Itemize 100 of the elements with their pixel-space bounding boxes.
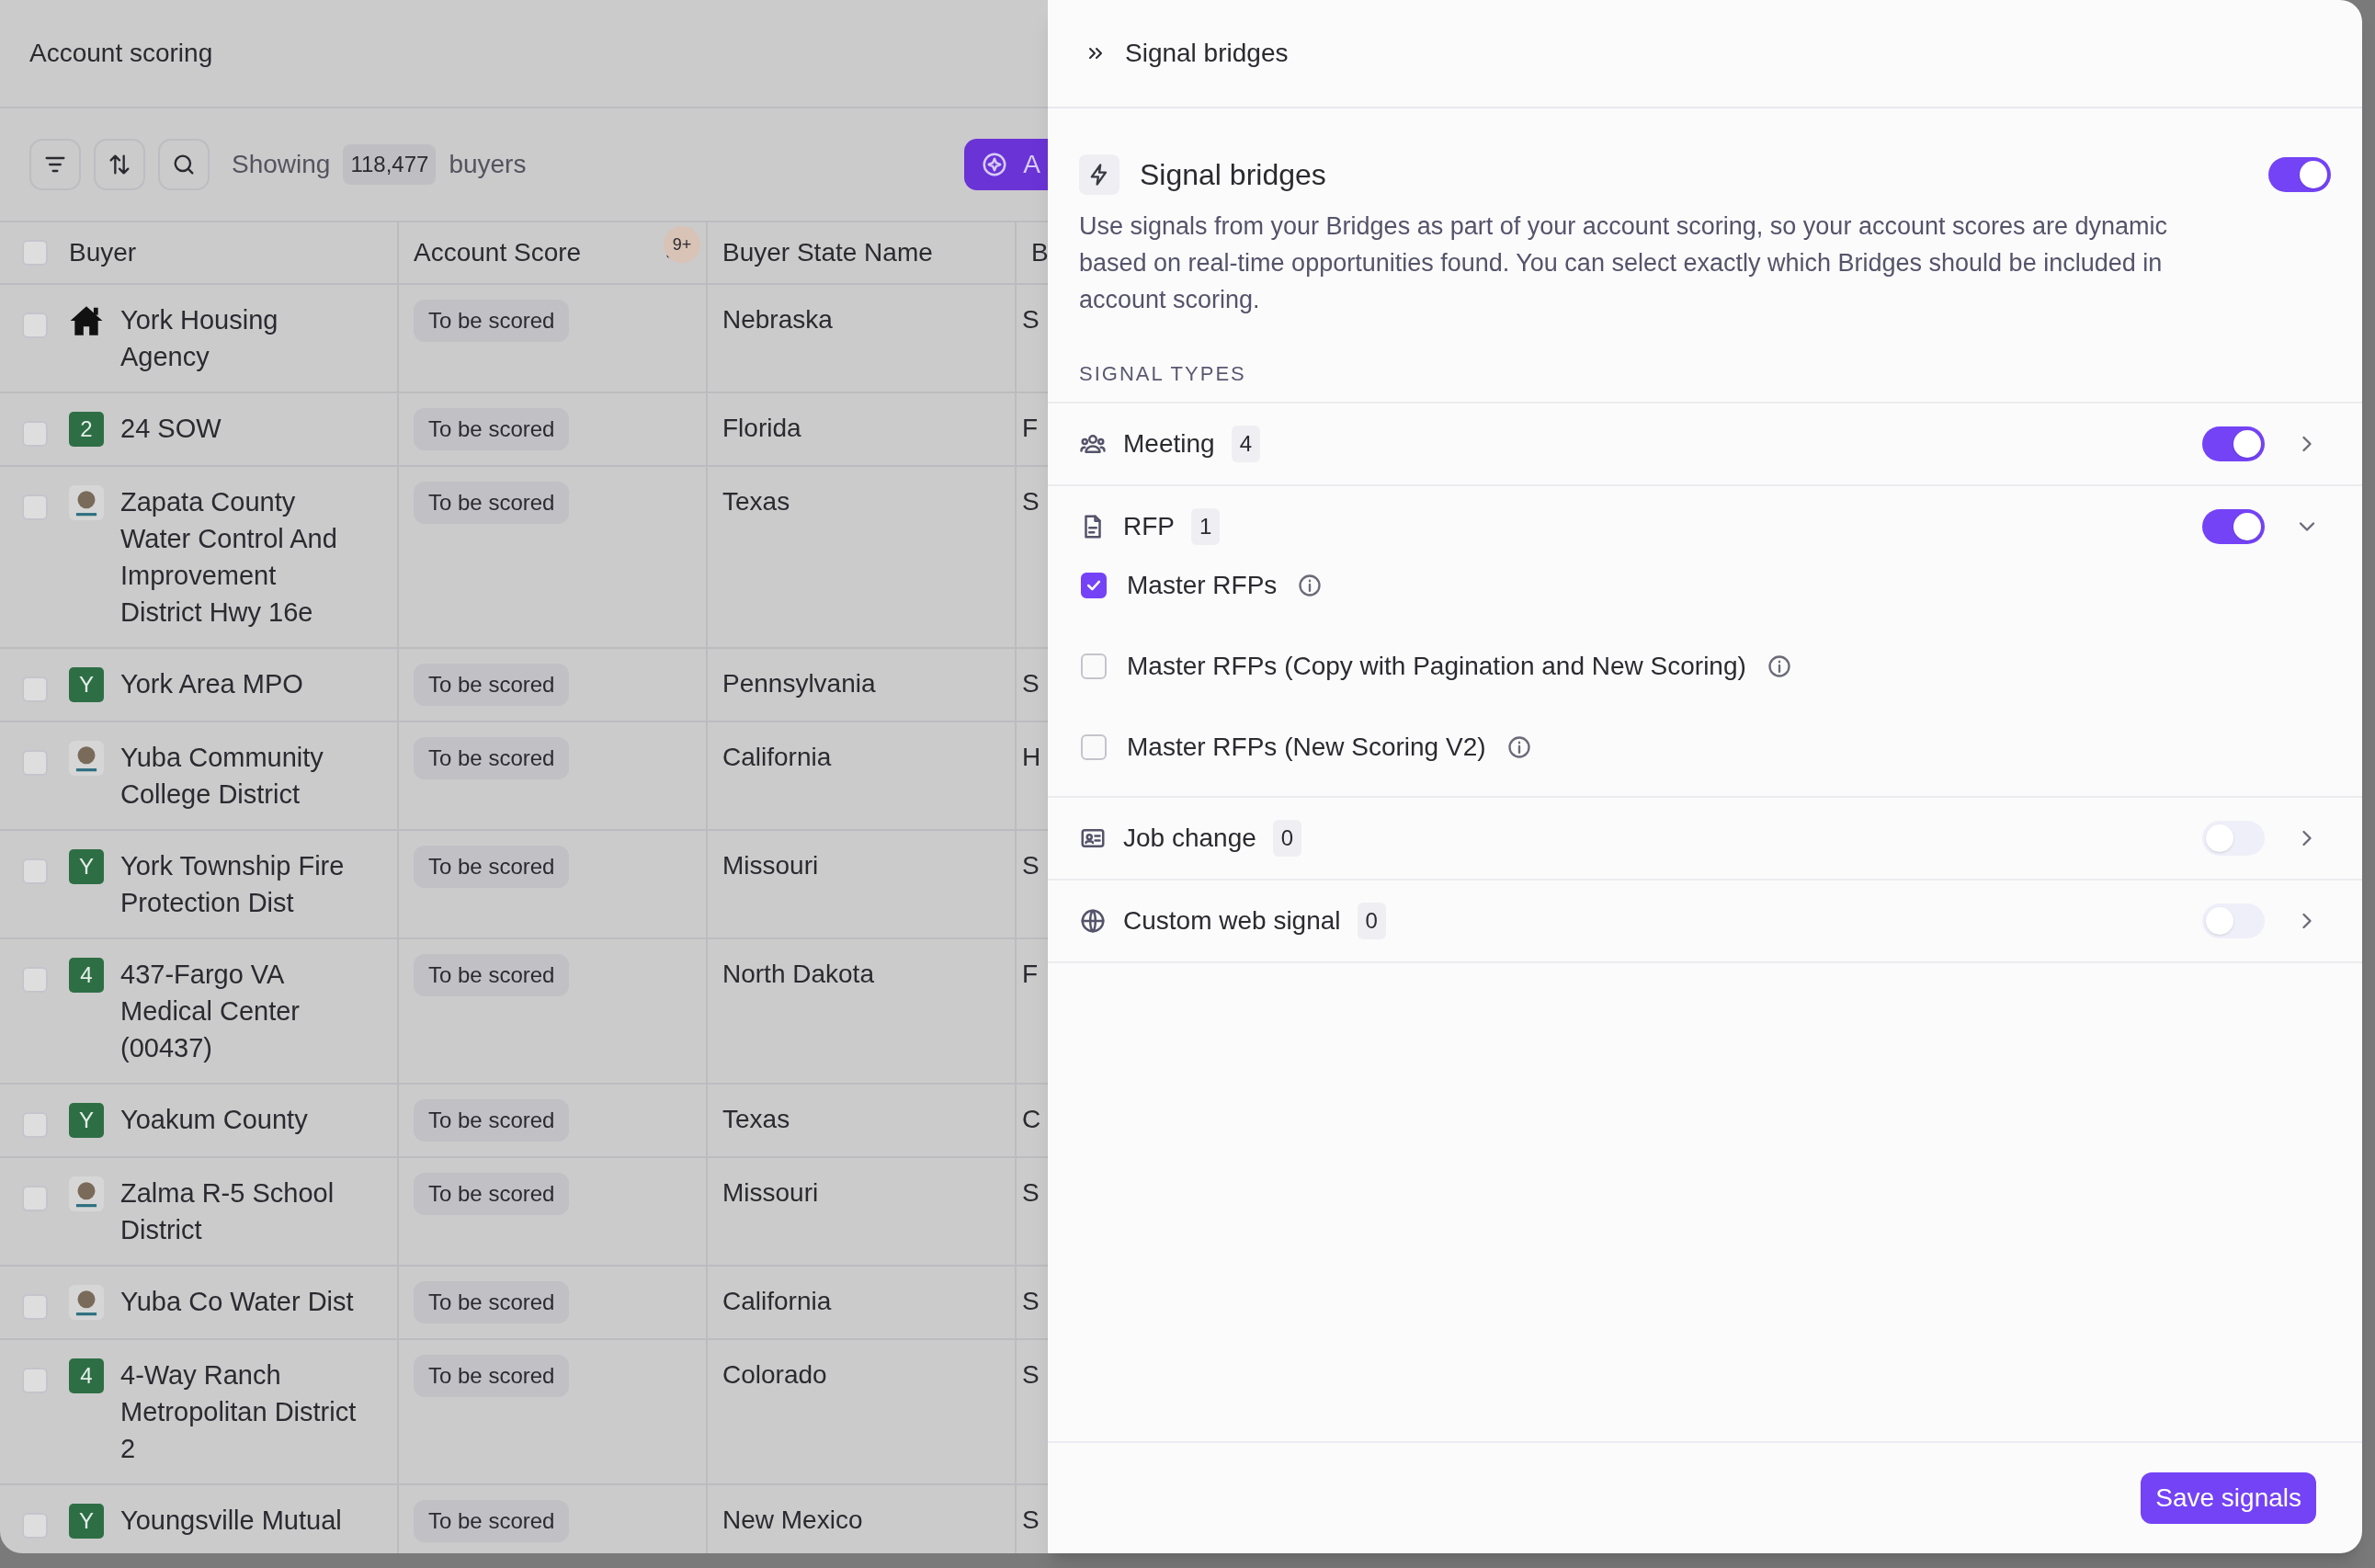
table-cell: S [1022, 1178, 1040, 1207]
globe-icon [1079, 907, 1107, 935]
table-cell: Nebraska [722, 305, 833, 334]
info-icon[interactable] [1506, 734, 1532, 760]
panel-breadcrumb: Signal bridges [1125, 38, 1289, 69]
status-tag: To be scored [414, 1281, 570, 1324]
search-button[interactable] [158, 139, 210, 190]
checkbox[interactable] [21, 312, 48, 338]
buyer-name[interactable]: 24 SOW [120, 410, 222, 447]
status-tag: To be scored [414, 300, 570, 342]
table-cell: H [1022, 743, 1041, 771]
table-cell: F [1022, 960, 1039, 988]
table-cell: Texas [722, 1105, 790, 1133]
table-cell: California [722, 1287, 832, 1315]
buyer-name[interactable]: Yuba Community College District [120, 739, 357, 812]
buyer-name[interactable]: York Housing Agency [120, 301, 357, 375]
count-badge: 118,477 [343, 144, 437, 185]
table-cell: California [722, 743, 832, 771]
checkbox[interactable] [1081, 653, 1107, 679]
table-cell: C [1022, 1105, 1041, 1133]
table-cell: S [1022, 305, 1040, 334]
table-cell: New Mexico [722, 1506, 863, 1534]
checkbox[interactable] [21, 967, 48, 993]
checkbox[interactable] [21, 421, 48, 447]
column-header[interactable]: Account Score [414, 233, 582, 272]
toggle-switch[interactable] [2202, 821, 2265, 856]
page-title: Account scoring [29, 38, 213, 69]
status-tag: To be scored [414, 1355, 570, 1397]
checkbox[interactable] [21, 1186, 48, 1211]
status-tag: To be scored [414, 737, 570, 779]
showing-label: buyers [449, 149, 527, 180]
checkbox[interactable] [1081, 573, 1107, 598]
checkbox[interactable] [21, 1294, 48, 1320]
buyer-name[interactable]: Zalma R-5 School District [120, 1175, 357, 1248]
column-header[interactable]: Buyer State Name [722, 233, 933, 272]
toggle-switch[interactable] [2202, 426, 2265, 461]
table-cell: Pennsylvania [722, 669, 876, 698]
buyer-name[interactable]: 437-Fargo VA Medical Center (00437) [120, 956, 357, 1066]
table-cell: F [1022, 414, 1039, 442]
signal-type-label: Custom web signal [1123, 905, 1341, 937]
description-text: Use signals from your Bridges as part of your account scoring, so your account scores are dynamic based on real-time opportunities found. You can select exactly which Bridges should be included in account scoring. [1079, 211, 2169, 315]
showing-label: Showing [232, 149, 331, 180]
column-header[interactable]: B [1031, 233, 1048, 272]
status-tag: To be scored [414, 954, 570, 996]
save-button[interactable]: Save signals [2141, 1472, 2316, 1524]
table-cell: Missouri [722, 1178, 819, 1207]
section-label: SIGNAL TYPES [1079, 361, 1247, 387]
table-cell: S [1022, 487, 1040, 516]
table-cell: S [1022, 1360, 1040, 1389]
table-cell: S [1022, 1287, 1040, 1315]
option-label: Master RFPs (Copy with Pagination and New Scoring) [1127, 651, 1746, 682]
filter-button[interactable] [29, 139, 81, 190]
notification-badge: 9+ [664, 226, 700, 263]
sort-button[interactable] [94, 139, 145, 190]
status-tag: To be scored [414, 1500, 570, 1542]
toggle-switch[interactable] [2202, 903, 2265, 938]
status-tag: To be scored [414, 846, 570, 888]
checkbox[interactable] [21, 1368, 48, 1393]
buyer-name[interactable]: 4-Way Ranch Metropolitan District 2 [120, 1357, 357, 1467]
buyer-name[interactable]: York Township Fire Protection Dist [120, 847, 357, 921]
table-cell: North Dakota [722, 960, 874, 988]
checkbox[interactable] [21, 1513, 48, 1539]
info-icon[interactable] [1297, 573, 1324, 598]
count-badge: 0 [1272, 820, 1302, 857]
toggle-switch[interactable] [2268, 157, 2331, 192]
buyer-name[interactable]: Yuba Co Water Dist [120, 1283, 354, 1320]
checkbox[interactable] [21, 858, 48, 884]
status-tag: To be scored [414, 1099, 570, 1142]
panel-title: Signal bridges [1140, 157, 1327, 193]
lightning-icon [1079, 154, 1119, 195]
letter-avatar: 4 [69, 958, 104, 993]
toggle-switch[interactable] [2202, 509, 2265, 544]
count-badge: 4 [1231, 426, 1260, 462]
checkbox[interactable] [21, 1112, 48, 1138]
buyer-name[interactable]: Yoakum County [120, 1101, 308, 1138]
checkbox[interactable] [21, 676, 48, 702]
letter-avatar: Y [69, 1103, 104, 1138]
buyer-name[interactable]: Youngsville Mutual [120, 1502, 342, 1539]
table-cell: Colorado [722, 1360, 827, 1389]
signal-type-label: RFP [1123, 511, 1175, 542]
table-cell: S [1022, 1506, 1040, 1534]
checkbox[interactable] [1081, 734, 1107, 760]
letter-avatar: 4 [69, 1358, 104, 1393]
buyer-name[interactable]: Zapata County Water Control And Improvement District Hwy 16e [120, 483, 357, 631]
table-cell: Missouri [722, 851, 819, 880]
buyer-name[interactable]: York Area MPO [120, 665, 303, 702]
checkbox[interactable] [21, 494, 48, 520]
status-tag: To be scored [414, 408, 570, 450]
checkbox[interactable] [21, 750, 48, 776]
checkbox[interactable] [21, 240, 48, 266]
emblem-icon [69, 741, 104, 776]
signal-type-label: Meeting [1123, 428, 1215, 460]
info-icon[interactable] [1766, 653, 1792, 679]
column-header[interactable]: Buyer [69, 233, 137, 272]
add-button[interactable]: A [964, 139, 1048, 190]
letter-avatar: 2 [69, 412, 104, 447]
table-cell: Texas [722, 487, 790, 516]
status-tag: To be scored [414, 664, 570, 706]
count-badge: 0 [1357, 903, 1386, 939]
count-badge: 1 [1191, 508, 1221, 545]
